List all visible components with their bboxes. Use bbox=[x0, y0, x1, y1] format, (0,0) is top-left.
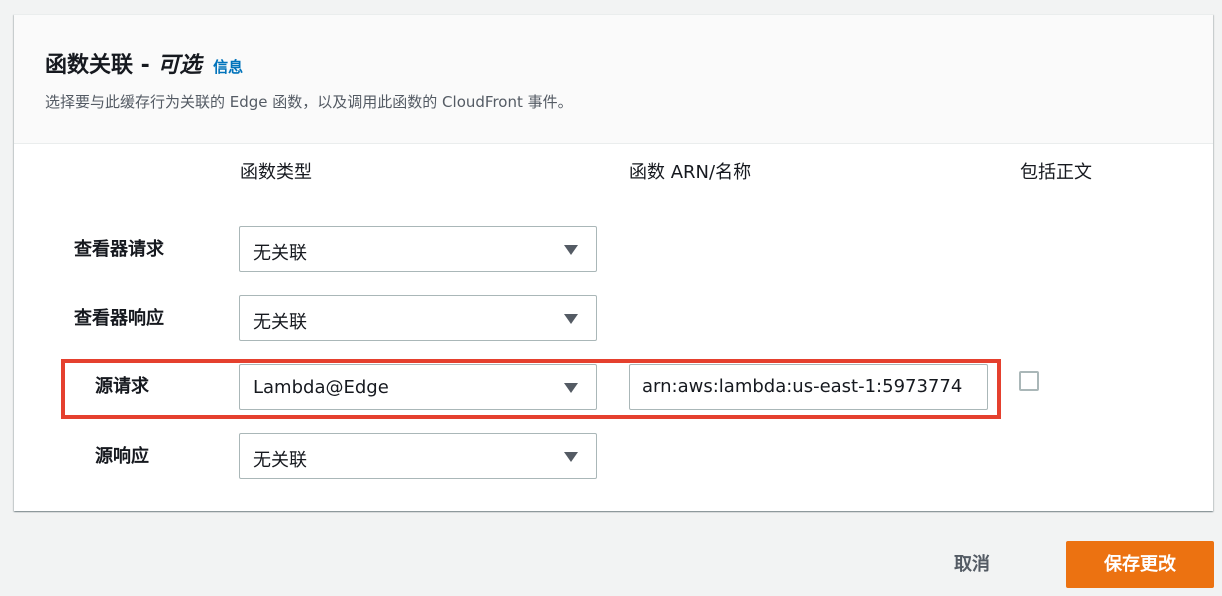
caret-down-icon bbox=[564, 452, 578, 462]
panel-title: 函数关联 - 可选 信息 bbox=[45, 47, 243, 79]
panel-header: 函数关联 - 可选 信息 选择要与此缓存行为关联的 Edge 函数，以及调用此函… bbox=[14, 15, 1213, 144]
panel-description: 选择要与此缓存行为关联的 Edge 函数，以及调用此函数的 CloudFront… bbox=[45, 93, 573, 111]
viewer-request-function-type-select[interactable]: 无关联 bbox=[239, 226, 597, 272]
select-value: Lambda@Edge bbox=[253, 377, 389, 398]
select-value: 无关联 bbox=[253, 243, 307, 264]
origin-request-function-type-select[interactable]: Lambda@Edge bbox=[239, 364, 597, 410]
origin-response-function-type-select[interactable]: 无关联 bbox=[239, 433, 597, 479]
column-header-include-body: 包括正文 bbox=[1020, 162, 1092, 183]
viewer-response-function-type-select[interactable]: 无关联 bbox=[239, 295, 597, 341]
function-associations-panel: 函数关联 - 可选 信息 选择要与此缓存行为关联的 Edge 函数，以及调用此函… bbox=[14, 14, 1213, 511]
select-value: 无关联 bbox=[253, 450, 307, 471]
row-label-origin-request: 源请求 bbox=[95, 376, 149, 397]
column-header-function-arn: 函数 ARN/名称 bbox=[629, 162, 752, 183]
row-label-origin-response: 源响应 bbox=[95, 446, 149, 467]
save-changes-button[interactable]: 保存更改 bbox=[1066, 541, 1214, 588]
column-header-function-type: 函数类型 bbox=[240, 162, 312, 183]
caret-down-icon bbox=[564, 314, 578, 324]
info-link[interactable]: 信息 bbox=[213, 58, 243, 76]
title-text: 函数关联 - bbox=[45, 53, 150, 78]
select-value: 无关联 bbox=[253, 312, 307, 333]
row-label-viewer-response: 查看器响应 bbox=[74, 308, 164, 329]
origin-request-function-arn-input[interactable]: arn:aws:lambda:us-east-1:5973774 bbox=[629, 364, 988, 410]
caret-down-icon bbox=[564, 383, 578, 393]
origin-request-include-body-checkbox[interactable] bbox=[1019, 371, 1039, 391]
title-optional: 可选 bbox=[157, 53, 202, 78]
cancel-button[interactable]: 取消 bbox=[954, 550, 990, 576]
caret-down-icon bbox=[564, 245, 578, 255]
row-label-viewer-request: 查看器请求 bbox=[74, 239, 164, 260]
